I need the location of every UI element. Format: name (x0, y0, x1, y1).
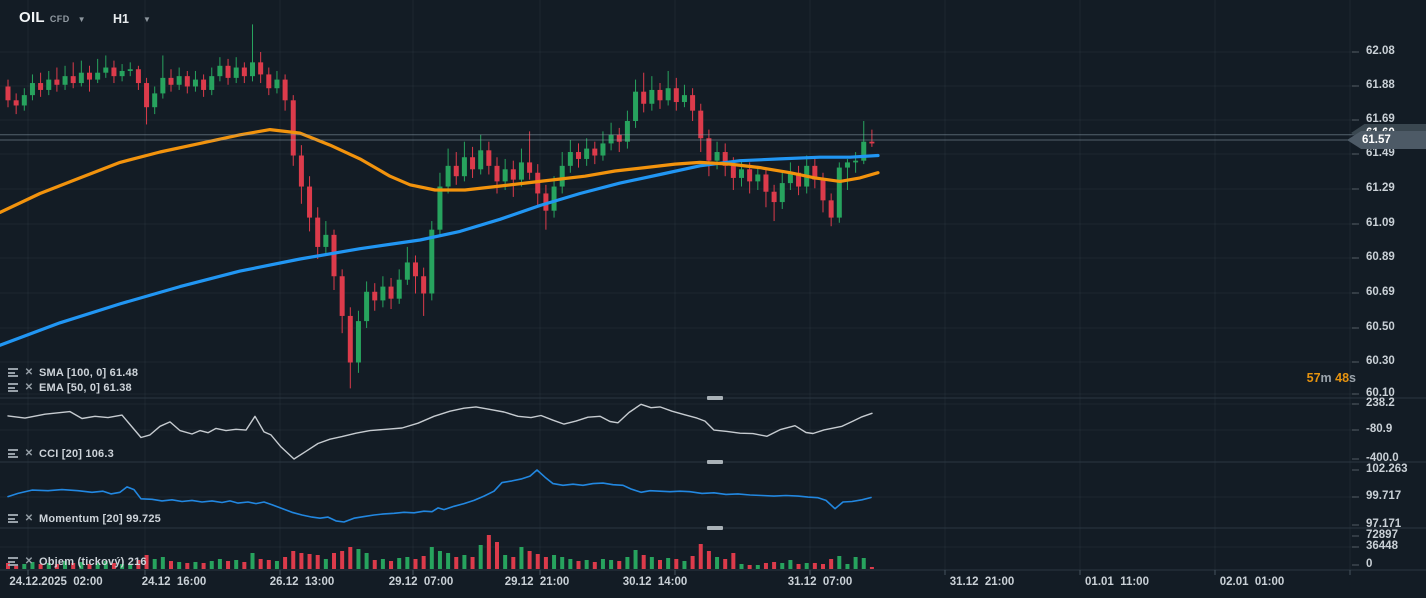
cci-axis-tick: -80.9 (1366, 423, 1393, 435)
panel-resize-handle[interactable] (707, 460, 723, 464)
price-axis-tick: 62.08 (1366, 45, 1395, 57)
indicator-settings-icon[interactable] (7, 513, 19, 524)
chevron-down-icon: ▼ (77, 15, 86, 24)
price-axis-tick: 61.88 (1366, 79, 1395, 91)
chevron-down-icon: ▼ (142, 14, 151, 24)
time-axis-tick: 31.12 07:00 (787, 576, 853, 588)
symbol-name: OIL (19, 9, 45, 26)
price-axis-tick: 61.29 (1366, 182, 1395, 194)
price-axis-tick: 60.30 (1366, 355, 1395, 367)
time-axis-tick: 24.12 16:00 (141, 576, 207, 588)
price-axis-tick: 61.69 (1366, 113, 1395, 125)
indicator-label: Objem (tickový) 216 (39, 555, 147, 568)
time-axis-tick: 01.01 11:00 (1085, 576, 1149, 588)
chart-canvas[interactable] (0, 0, 1426, 598)
time-axis-tick: 31.12 21:00 (949, 576, 1015, 588)
price-axis-tick: 60.69 (1366, 286, 1395, 298)
indicator-label: CCI [20] 106.3 (39, 447, 114, 460)
time-axis-tick: 02.01 01:00 (1219, 576, 1285, 588)
indicator-close-icon[interactable]: ✕ (23, 556, 35, 567)
indicator-label: SMA [100, 0] 61.48 (39, 366, 139, 379)
price-axis-tick: 61.09 (1366, 217, 1395, 229)
bid-price-badge: 61.57 (1347, 131, 1426, 149)
cci-axis-tick: 238.2 (1366, 397, 1395, 409)
indicator-row-volume: ✕ Objem (tickový) 216 (7, 555, 147, 568)
timeframe-label: H1 (113, 12, 129, 26)
indicator-settings-icon[interactable] (7, 448, 19, 459)
price-axis-tick: 60.89 (1366, 251, 1395, 263)
time-axis-tick: 26.12 13:00 (269, 576, 335, 588)
momentum-axis-tick: 102.263 (1366, 463, 1408, 475)
trading-platform-chart: OIL CFD ▼ H1 ▼ ✕ SMA [100, 0] 61.48 ✕ EM… (0, 0, 1426, 598)
time-axis-tick: 30.12 14:00 (622, 576, 688, 588)
indicator-label: EMA [50, 0] 61.38 (39, 381, 132, 394)
indicator-row-sma: ✕ SMA [100, 0] 61.48 (7, 366, 138, 379)
time-axis-tick: 24.12.2025 02:00 (9, 576, 103, 588)
indicator-close-icon[interactable]: ✕ (23, 513, 35, 524)
indicator-settings-icon[interactable] (7, 382, 19, 393)
time-axis-tick: 29.12 07:00 (388, 576, 454, 588)
indicator-row-momentum: ✕ Momentum [20] 99.725 (7, 512, 161, 525)
indicator-settings-icon[interactable] (7, 556, 19, 567)
symbol-selector[interactable]: OIL CFD ▼ (19, 9, 86, 26)
indicator-settings-icon[interactable] (7, 367, 19, 378)
indicator-row-cci: ✕ CCI [20] 106.3 (7, 447, 114, 460)
candle-countdown-timer: 57m 48s (1306, 371, 1356, 385)
volume-axis-tick: 0 (1366, 558, 1373, 570)
panel-resize-handle[interactable] (707, 396, 723, 400)
instrument-type-label: CFD (49, 14, 70, 24)
timeframe-selector[interactable]: H1 ▼ (113, 12, 151, 26)
indicator-row-ema: ✕ EMA [50, 0] 61.38 (7, 381, 132, 394)
volume-axis-tick: 36448 (1366, 540, 1398, 552)
indicator-close-icon[interactable]: ✕ (23, 448, 35, 459)
indicator-close-icon[interactable]: ✕ (23, 367, 35, 378)
panel-resize-handle[interactable] (707, 526, 723, 530)
momentum-axis-tick: 99.717 (1366, 490, 1402, 502)
time-axis-tick: 29.12 21:00 (504, 576, 570, 588)
price-axis-tick: 60.50 (1366, 321, 1395, 333)
indicator-label: Momentum [20] 99.725 (39, 512, 161, 525)
indicator-close-icon[interactable]: ✕ (23, 382, 35, 393)
